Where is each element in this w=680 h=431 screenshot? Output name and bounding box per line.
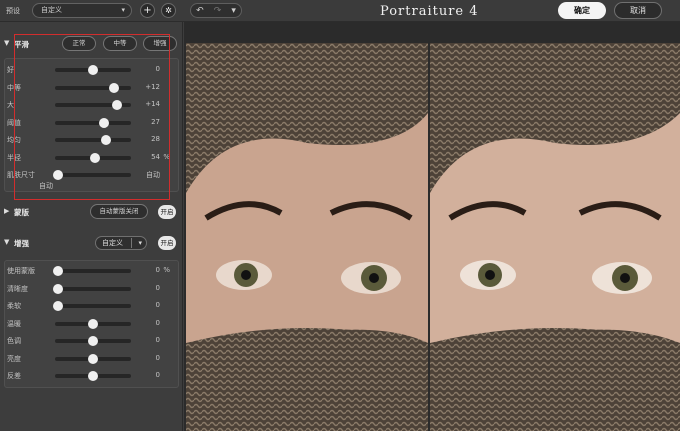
enhance-slider-label: 柔软 — [7, 302, 21, 310]
enhance-slider-row: 柔软 0 — [5, 299, 180, 313]
enhance-slider-track[interactable] — [53, 301, 131, 311]
chevron-down-icon: ▾ — [121, 6, 125, 14]
tint-value: 自定义 — [102, 239, 123, 247]
enhance-slider-row: 色调 0 — [5, 334, 180, 348]
redo-icon[interactable]: ↷ — [214, 6, 222, 16]
enhance-slider-track[interactable] — [55, 318, 131, 329]
enhance-slider-row: 反差 0 — [5, 369, 180, 383]
annotation-highlight-box — [14, 34, 170, 200]
expand-triangle-icon[interactable]: ▼ — [4, 238, 9, 246]
enhance-slider-value: 0 — [155, 353, 160, 362]
enhance-slider-row: 亮度 0 — [5, 352, 180, 366]
smoothing-slider-label: 大 — [7, 101, 14, 109]
settings-button[interactable]: ✲ — [161, 3, 176, 18]
enhance-slider-label: 使用蒙版 — [7, 267, 35, 275]
top-toolbar: 预设 自定义 ▾ + ✲ ↶ ↷ ▾ Portraiture 4 确定 取消 — [0, 0, 680, 22]
enhance-header[interactable]: ▼ 增强 自定义 ▾ 开启 — [0, 233, 183, 253]
enhance-slider-value: 0 — [155, 371, 160, 379]
portrait-image-processed — [430, 43, 680, 431]
enhance-slider-value: 0 — [155, 336, 160, 344]
add-preset-button[interactable]: + — [140, 3, 155, 18]
enhance-slider-handle[interactable] — [88, 371, 98, 381]
enhance-slider-track[interactable] — [53, 266, 131, 276]
enhance-slider-unit: % — [163, 266, 170, 274]
app-title: Portraiture 4 — [380, 4, 479, 19]
enhance-slider-label: 温暖 — [7, 319, 21, 328]
plus-icon: + — [143, 5, 152, 16]
enhance-panel: 使用蒙版 0% 清晰度 0 柔软 0 温暖 0 色调 0 亮度 0 反差 0 — [4, 260, 179, 388]
history-controls: ↶ ↷ ▾ — [190, 3, 242, 18]
chevron-down-icon: ▾ — [138, 239, 142, 247]
enhance-slider-track[interactable] — [55, 336, 131, 346]
auto-mask-button[interactable]: 自动蒙版关闭 — [90, 204, 148, 219]
enhance-slider-handle[interactable] — [88, 336, 98, 346]
enhance-slider-handle[interactable] — [53, 266, 64, 276]
mask-title: 蒙版 — [14, 208, 29, 217]
preview-area — [184, 22, 680, 431]
mask-toggle[interactable]: 开启 — [158, 205, 176, 219]
dropdown-divider — [131, 238, 132, 248]
enhance-slider-label: 反差 — [7, 372, 21, 380]
enhance-slider-label: 清晰度 — [7, 284, 28, 293]
gear-icon: ✲ — [165, 6, 172, 15]
preset-value: 自定义 — [41, 6, 62, 14]
enhance-slider-track[interactable] — [53, 283, 131, 294]
mask-header[interactable]: ▶ 蒙版 自动蒙版关闭 开启 — [0, 202, 183, 222]
enhance-slider-row: 清晰度 0 — [5, 282, 180, 296]
original-preview[interactable] — [186, 43, 428, 431]
enhance-slider-value: 0 — [155, 301, 160, 309]
portrait-image-original — [186, 43, 428, 431]
enhance-slider-handle[interactable] — [53, 301, 64, 311]
enhance-slider-label: 亮度 — [7, 354, 21, 363]
enhance-slider-value: 0 — [155, 266, 160, 274]
enhance-toggle[interactable]: 开启 — [158, 236, 176, 250]
enhance-slider-track[interactable] — [55, 371, 131, 381]
enhance-slider-value: 0 — [155, 283, 160, 292]
collapse-triangle-icon[interactable]: ▶ — [4, 207, 9, 215]
smoothing-slider-label: 好 — [7, 66, 14, 74]
enhance-slider-handle[interactable] — [88, 353, 98, 364]
tint-dropdown[interactable]: 自定义 ▾ — [95, 236, 147, 250]
preset-dropdown[interactable]: 自定义 ▾ — [32, 3, 132, 18]
enhance-slider-value: 0 — [155, 318, 160, 327]
undo-icon[interactable]: ↶ — [196, 6, 204, 16]
processed-preview[interactable] — [430, 43, 680, 431]
enhance-slider-track[interactable] — [55, 353, 131, 364]
enhance-slider-row: 温暖 0 — [5, 317, 180, 331]
enhance-slider-label: 色调 — [7, 337, 21, 345]
cancel-button[interactable]: 取消 — [614, 2, 662, 19]
chevron-down-icon[interactable]: ▾ — [231, 6, 236, 16]
enhance-title: 增强 — [14, 239, 29, 248]
preset-label: 预设 — [6, 7, 20, 15]
enhance-slider-handle[interactable] — [88, 318, 98, 329]
confirm-button[interactable]: 确定 — [558, 2, 606, 19]
enhance-slider-handle[interactable] — [53, 283, 64, 294]
enhance-slider-row: 使用蒙版 0% — [5, 264, 180, 278]
expand-triangle-icon[interactable]: ▼ — [4, 39, 9, 47]
